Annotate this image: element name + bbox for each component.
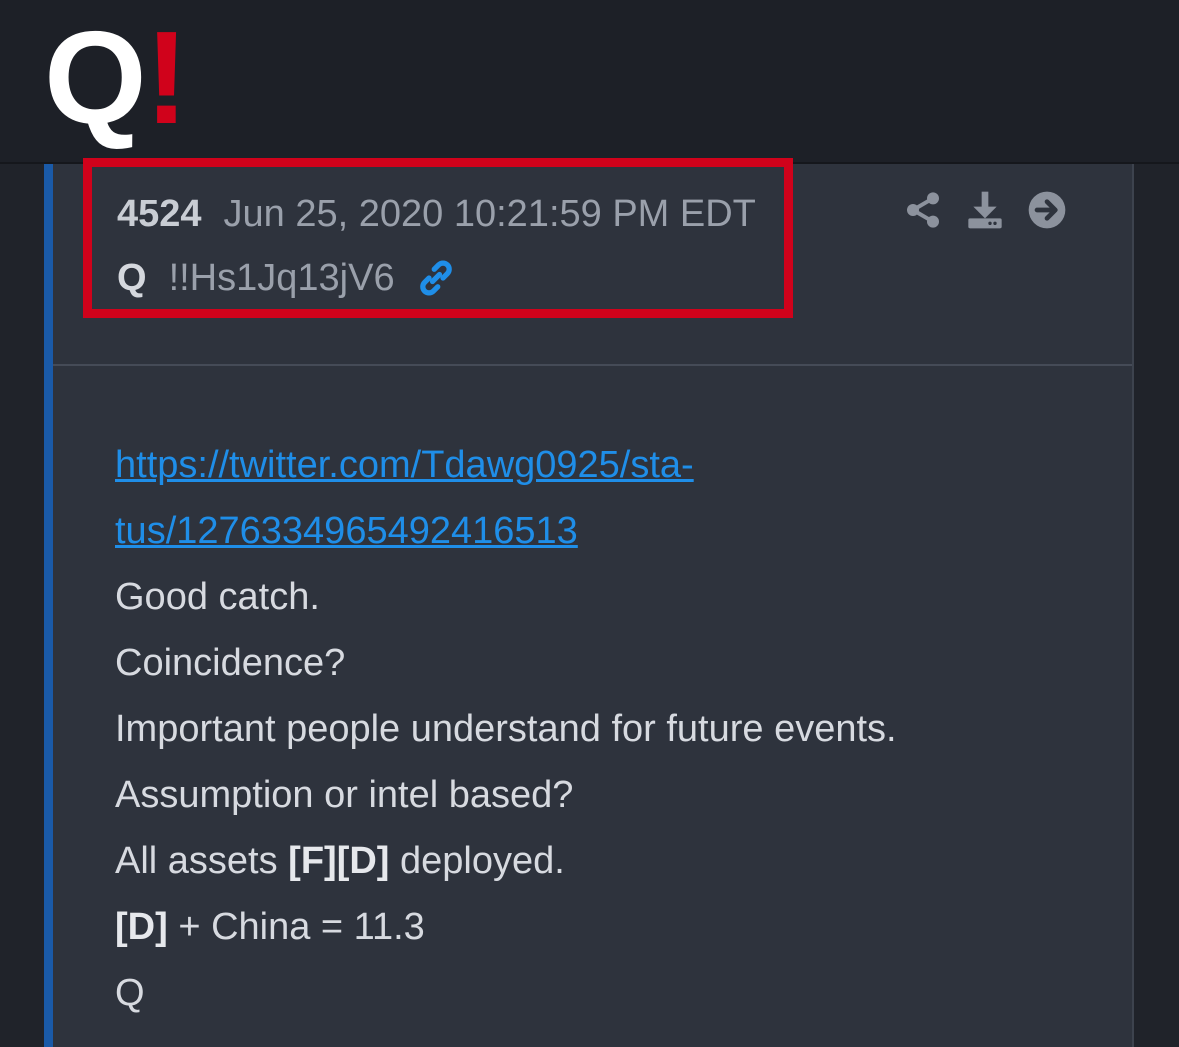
- logo-exclamation: !: [144, 4, 189, 151]
- post-tripcode: !!Hs1Jq13jV6: [168, 257, 395, 299]
- post-line: Assumption or intel based?: [115, 774, 574, 816]
- post-number[interactable]: 4524: [117, 193, 202, 235]
- arrow-right-icon[interactable]: [1027, 190, 1067, 230]
- post-header: 4524 Jun 25, 2020 10:21:59 PM EDT Q !!Hs1…: [53, 158, 1132, 366]
- share-icon[interactable]: [903, 190, 943, 230]
- post-line: Good catch.: [115, 576, 320, 618]
- link-icon[interactable]: [415, 257, 457, 299]
- post-meta-line: 4524 Jun 25, 2020 10:21:59 PM EDT: [117, 192, 756, 236]
- post-author: Q: [117, 257, 147, 299]
- post-author-line: Q !!Hs1Jq13jV6: [117, 256, 457, 300]
- tweet-link-line1: https://twitter.com/Tdawg0925/sta-: [115, 444, 694, 486]
- china-bold: [D]: [115, 906, 168, 948]
- post-line: Important people understand for future e…: [115, 708, 897, 750]
- assets-bold: [F][D]: [288, 840, 390, 882]
- top-bar: Q !: [0, 0, 1179, 164]
- post-line: Coincidence?: [115, 642, 346, 684]
- post-line-assets: All assets [F][D] deployed.: [115, 828, 1095, 894]
- download-icon[interactable]: [965, 190, 1005, 230]
- logo-q: Q: [44, 4, 147, 151]
- post-datetime: Jun 25, 2020 10:21:59 PM EDT: [223, 193, 756, 235]
- tweet-link[interactable]: https://twitter.com/Tdawg0925/sta- tus/1…: [115, 432, 1095, 564]
- post-line-china: [D] + China = 11.3: [115, 894, 1095, 960]
- post-card: 4524 Jun 25, 2020 10:21:59 PM EDT Q !!Hs1…: [44, 158, 1134, 1047]
- assets-suffix: deployed.: [389, 840, 565, 882]
- post-signature: Q: [115, 972, 145, 1014]
- post-body: https://twitter.com/Tdawg0925/sta- tus/1…: [115, 432, 1095, 1026]
- post-actions: [903, 190, 1067, 230]
- china-suffix: + China = 11.3: [167, 906, 425, 948]
- tweet-link-line2: tus/1276334965492416513: [115, 510, 578, 552]
- assets-prefix: All assets: [115, 840, 289, 882]
- site-logo[interactable]: Q !: [44, 4, 189, 151]
